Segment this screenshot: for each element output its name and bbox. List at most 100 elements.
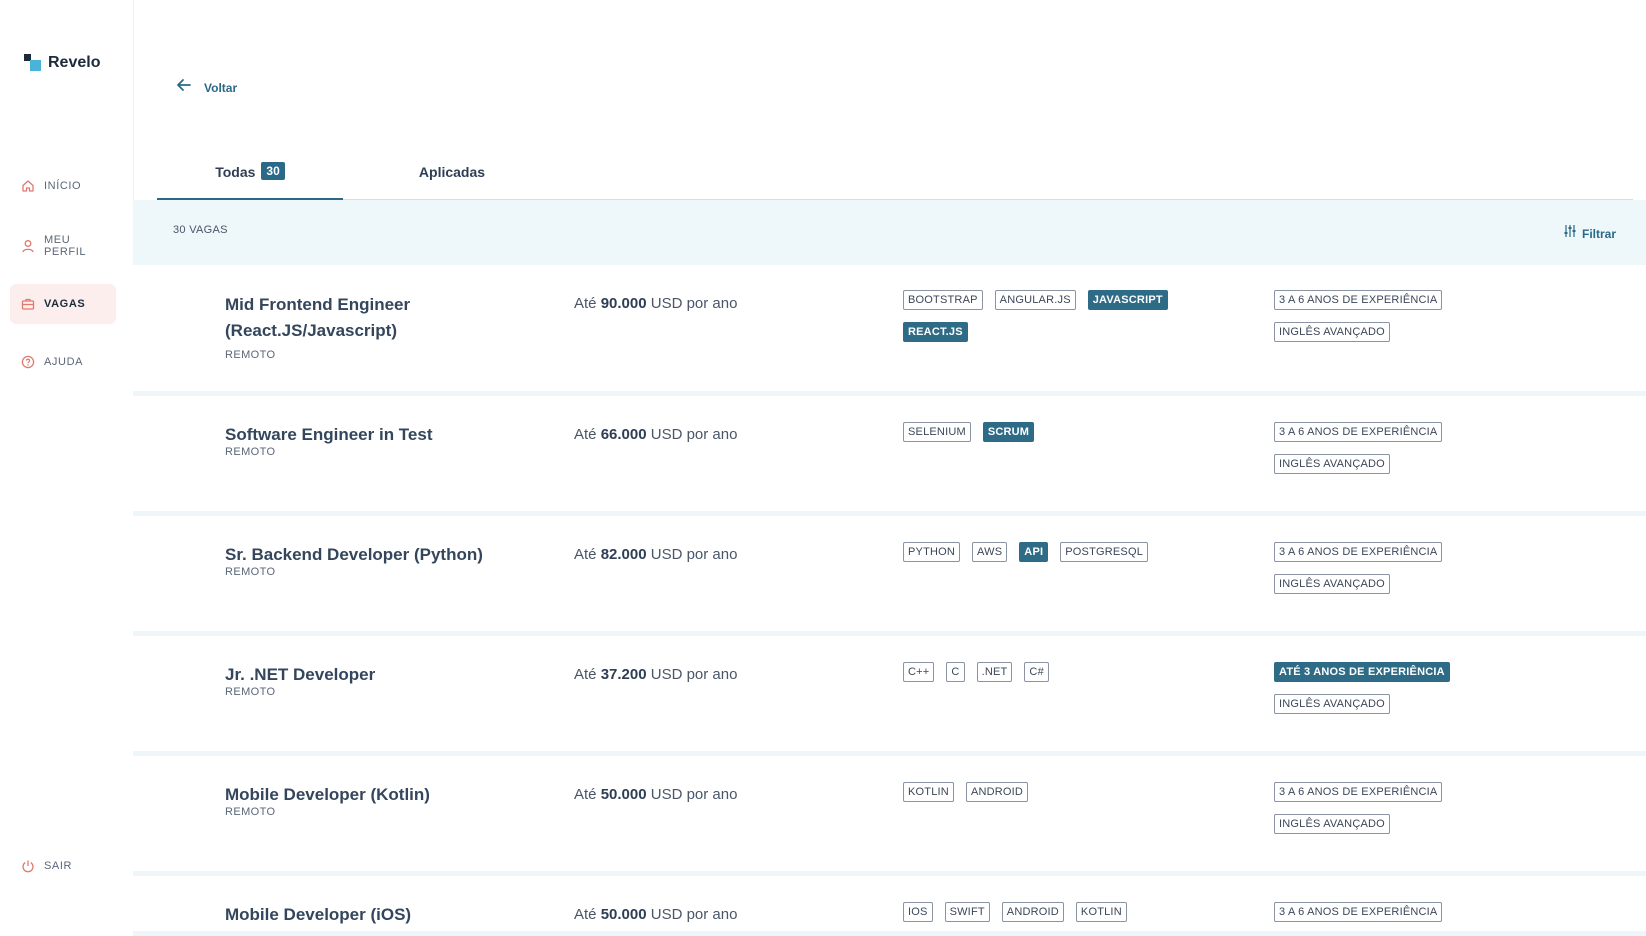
skill-tag: POSTGRESQL	[1060, 542, 1149, 562]
job-card[interactable]: Mid Frontend Engineer (React.JS/Javascri…	[133, 265, 1646, 396]
salary-prefix: Até	[574, 295, 597, 312]
salary-suffix: USD por ano	[650, 906, 738, 923]
sidebar-item-label: VAGAS	[44, 298, 86, 310]
skill-tags: IOS SWIFT ANDROID KOTLIN	[903, 902, 1203, 922]
user-icon	[20, 238, 36, 254]
salary-prefix: Até	[574, 666, 597, 683]
skill-tag: AWS	[972, 542, 1008, 562]
filter-button[interactable]: Filtrar	[1563, 224, 1616, 243]
skill-tag: PYTHON	[903, 542, 961, 562]
job-salary: Até 90.000 USD por ano	[574, 295, 737, 312]
skill-tags: BOOTSTRAP ANGULAR.JS JAVASCRIPT REACT.JS	[903, 290, 1203, 342]
back-label: Voltar	[204, 80, 238, 95]
requirement-tag: INGLÊS AVANÇADO	[1274, 574, 1390, 594]
logout-button[interactable]: SAIR	[10, 858, 116, 874]
salary-amount: 66.000	[600, 426, 647, 443]
job-title[interactable]: Mobile Developer (iOS)	[225, 902, 545, 928]
help-icon	[20, 354, 36, 370]
arrow-left-icon	[176, 78, 192, 97]
tab-todas[interactable]: Todas 30	[157, 162, 343, 201]
requirement-tag: 3 A 6 ANOS DE EXPERIÊNCIA	[1274, 290, 1443, 310]
salary-prefix: Até	[574, 906, 597, 923]
skill-tag: SELENIUM	[903, 422, 971, 442]
job-title[interactable]: Mid Frontend Engineer (React.JS/Javascri…	[225, 292, 545, 344]
requirement-tag: INGLÊS AVANÇADO	[1274, 322, 1390, 342]
salary-amount: 37.200	[600, 666, 647, 683]
job-title[interactable]: Mobile Developer (Kotlin)	[225, 782, 545, 808]
skill-tags: C++ C .NET C#	[903, 662, 1203, 682]
sidebar: Revelo INÍCIO MEU PERFIL VAGAS AJUDA SAI…	[0, 0, 134, 920]
requirement-tag: INGLÊS AVANÇADO	[1274, 814, 1390, 834]
requirement-tag: ATÉ 3 ANOS DE EXPERIÊNCIA	[1274, 662, 1450, 682]
salary-prefix: Até	[574, 786, 597, 803]
skill-tag: KOTLIN	[1075, 902, 1127, 922]
tab-count-badge: 30	[261, 162, 285, 180]
tab-aplicadas[interactable]: Aplicadas	[387, 164, 517, 198]
requirement-tag: 3 A 6 ANOS DE EXPERIÊNCIA	[1274, 542, 1443, 562]
tab-label: Todas	[215, 164, 256, 180]
sidebar-item-vagas[interactable]: VAGAS	[10, 284, 116, 324]
tab-label: Aplicadas	[418, 164, 486, 180]
job-salary: Até 37.200 USD por ano	[574, 666, 737, 683]
brand-name: Revelo	[48, 54, 101, 71]
salary-prefix: Até	[574, 426, 597, 443]
job-card[interactable]: Sr. Backend Developer (Python) REMOTO Até …	[133, 516, 1646, 636]
job-location: REMOTO	[225, 686, 276, 698]
job-location: REMOTO	[225, 806, 276, 818]
job-location: REMOTO	[225, 446, 276, 458]
tab-bar: Todas 30 Aplicadas	[157, 162, 1633, 201]
skill-tag: ANDROID	[965, 782, 1029, 802]
sidebar-item-inicio[interactable]: INÍCIO	[10, 178, 116, 194]
requirement-tag: 3 A 6 ANOS DE EXPERIÊNCIA	[1274, 782, 1443, 802]
salary-suffix: USD por ano	[650, 295, 738, 312]
job-card[interactable]: Software Engineer in Test REMOTO Até 66.00…	[133, 396, 1646, 516]
brand-logo[interactable]: Revelo	[24, 54, 100, 72]
sidebar-item-meu-perfil[interactable]: MEU PERFIL	[10, 233, 116, 259]
home-icon	[20, 178, 36, 194]
job-title[interactable]: Jr. .NET Developer	[225, 662, 545, 688]
sliders-icon	[1563, 224, 1577, 243]
skill-tag: IOS	[903, 902, 933, 922]
skill-tag: REACT.JS	[903, 322, 968, 342]
revelo-logo-icon	[24, 54, 42, 72]
job-card[interactable]: Mobile Developer (Kotlin) REMOTO Até 50.00…	[133, 756, 1646, 876]
salary-amount: 82.000	[600, 546, 647, 563]
salary-suffix: USD por ano	[650, 546, 738, 563]
filter-label: Filtrar	[1581, 226, 1616, 241]
requirement-tags: ATÉ 3 ANOS DE EXPERIÊNCIA INGLÊS AVANÇADO	[1274, 662, 1450, 714]
requirement-tags: 3 A 6 ANOS DE EXPERIÊNCIA INGLÊS AVANÇADO	[1274, 290, 1443, 342]
job-salary: Até 50.000 USD por ano	[574, 906, 737, 923]
job-title[interactable]: Software Engineer in Test	[225, 422, 545, 448]
requirement-tag: INGLÊS AVANÇADO	[1274, 694, 1390, 714]
sidebar-item-label: AJUDA	[44, 356, 84, 368]
skill-tag: SWIFT	[944, 902, 990, 922]
skill-tag: C	[946, 662, 965, 682]
job-title[interactable]: Sr. Backend Developer (Python)	[225, 542, 545, 568]
results-count: 30 VAGAS	[173, 224, 228, 236]
requirement-tags: 3 A 6 ANOS DE EXPERIÊNCIA INGLÊS AVANÇADO	[1274, 542, 1443, 594]
job-card[interactable]: Jr. .NET Developer REMOTO Até 37.200 USD p…	[133, 636, 1646, 756]
skill-tag: API	[1019, 542, 1049, 562]
requirement-tag: INGLÊS AVANÇADO	[1274, 454, 1390, 474]
salary-amount: 90.000	[600, 295, 647, 312]
requirement-tag: 3 A 6 ANOS DE EXPERIÊNCIA	[1274, 902, 1443, 922]
salary-suffix: USD por ano	[650, 666, 738, 683]
job-salary: Até 66.000 USD por ano	[574, 426, 737, 443]
salary-amount: 50.000	[600, 786, 647, 803]
requirement-tags: 3 A 6 ANOS DE EXPERIÊNCIA INGLÊS AVANÇADO	[1274, 422, 1443, 474]
job-salary: Até 82.000 USD por ano	[574, 546, 737, 563]
back-button[interactable]: Voltar	[176, 78, 237, 97]
job-card[interactable]: Mobile Developer (iOS) Até 50.000 USD por…	[133, 876, 1646, 936]
skill-tag: SCRUM	[982, 422, 1035, 442]
job-location: REMOTO	[225, 349, 276, 361]
sidebar-item-label: INÍCIO	[44, 180, 82, 192]
skill-tag: BOOTSTRAP	[903, 290, 983, 310]
skill-tag: C#	[1024, 662, 1049, 682]
skill-tags: KOTLIN ANDROID	[903, 782, 1203, 802]
skill-tags: PYTHON AWS API POSTGRESQL	[903, 542, 1203, 562]
job-location: REMOTO	[225, 566, 276, 578]
skill-tag: ANDROID	[1001, 902, 1064, 922]
briefcase-icon	[20, 296, 36, 312]
sidebar-item-ajuda[interactable]: AJUDA	[10, 354, 116, 370]
power-icon	[20, 858, 36, 874]
